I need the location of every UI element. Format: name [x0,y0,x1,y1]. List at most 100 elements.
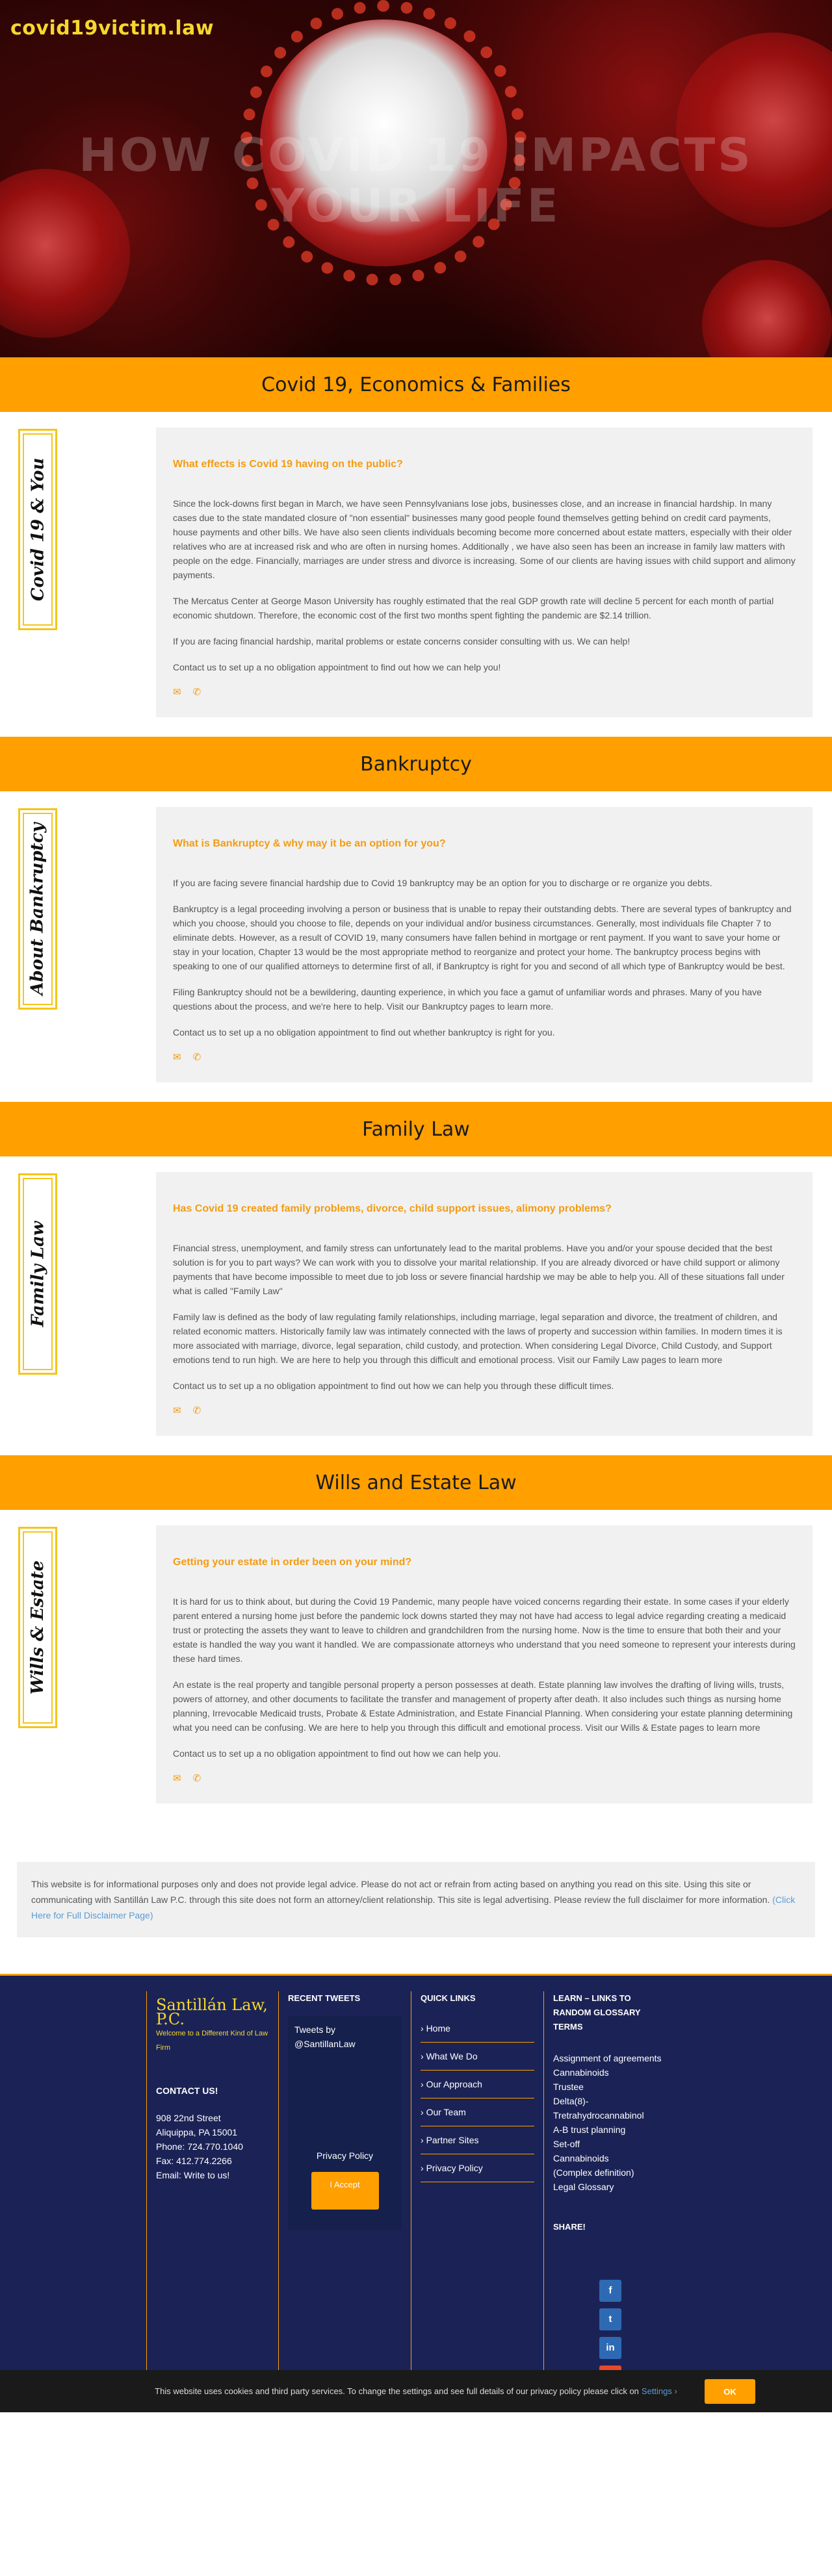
accept-button[interactable]: I Accept [311,2172,379,2210]
footer-logo[interactable]: Santillán Law, P.C. [156,1997,269,2027]
contact-icons: ✉ ✆ [173,1405,796,1416]
address-line: 908 22nd Street [156,2113,221,2123]
privacy-policy-link[interactable]: Privacy Policy [294,2149,395,2163]
phone-icon[interactable]: ✆ [193,1405,202,1416]
paragraph: Filing Bankruptcy should not be a bewild… [173,987,762,1012]
paragraph: Contact us to set up a no obligation app… [173,662,501,672]
section-header-wills-estate: Wills and Estate Law [0,1455,832,1510]
glossary-link[interactable]: Trustee [553,2080,668,2094]
glossary-link[interactable]: Legal Glossary [553,2180,668,2194]
card-title: Has Covid 19 created family problems, di… [173,1203,612,1214]
section-family-law: Family Law Has Covid 19 created family p… [0,1156,832,1455]
paragraph: Contact us to set up a no obligation app… [173,1748,501,1759]
quick-link-our-approach[interactable]: Our Approach [421,2071,534,2098]
glossary-title: LEARN – LINKS TO RANDOM GLOSSARY TERMS [553,1993,641,2032]
contact-icons: ✉ ✆ [173,1051,796,1063]
paragraph: Family law is defined as the body of law… [173,1312,783,1365]
cookie-banner: This website uses cookies and third part… [0,2370,832,2412]
disclaimer-text: This website is for informational purpos… [31,1879,770,1905]
cookie-ok-button[interactable]: OK [705,2379,755,2404]
section-title: Family Law [362,1117,470,1141]
paragraph: An estate is the real property and tangi… [173,1679,793,1733]
content-card: Has Covid 19 created family problems, di… [156,1172,812,1436]
quick-link-our-team[interactable]: Our Team [421,2098,534,2126]
email-link[interactable]: Email: Write to us! [156,2168,269,2182]
phone-icon[interactable]: ✆ [193,1051,202,1063]
card-title: What effects is Covid 19 having on the p… [173,459,403,470]
section-bankruptcy: About Bankruptcy What is Bankruptcy & wh… [0,791,832,1102]
hero-title: HOW COVID 19 IMPACTS YOUR LIFE [79,129,753,233]
footer-quick-links-column: QUICK LINKS Home What We Do Our Approach… [411,1991,544,2375]
paragraph: Bankruptcy is a legal proceeding involvi… [173,904,792,971]
quick-link-privacy-policy[interactable]: Privacy Policy [421,2154,534,2182]
glossary-link[interactable]: Set-off [553,2137,668,2151]
share-label: SHARE! [553,2222,586,2232]
facebook-icon[interactable]: f [599,2280,621,2302]
glossary-link[interactable]: Cannabinoids [553,2151,668,2165]
content-card: What effects is Covid 19 having on the p… [156,427,812,717]
section-title: Bankruptcy [360,752,472,776]
section-covid: Covid 19 & You What effects is Covid 19 … [0,412,832,737]
disclaimer-section: This website is for informational purpos… [0,1823,832,1974]
paragraph: Contact us to set up a no obligation app… [173,1381,614,1391]
section-header-family-law: Family Law [0,1102,832,1156]
footer-glossary-column: LEARN – LINKS TO RANDOM GLOSSARY TERMS A… [544,1991,677,2388]
quick-link-what-we-do[interactable]: What We Do [421,2043,534,2071]
site-logo[interactable]: covid19victim.law [10,17,214,40]
glossary-list: Assignment of agreements Cannabinoids Tr… [553,2051,668,2194]
card-title: Getting your estate in order been on you… [173,1557,412,1568]
paragraph: It is hard for us to think about, but du… [173,1596,796,1664]
email-icon[interactable]: ✉ [173,1051,181,1063]
footer-tweets-column: RECENT TWEETS Tweets by @SantillanLaw Pr… [279,1991,411,2375]
section-header-covid: Covid 19, Economics & Families [0,357,832,412]
glossary-link[interactable]: A-B trust planning [553,2123,668,2137]
disclaimer-box: This website is for informational purpos… [17,1862,815,1937]
quick-links-list: Home What We Do Our Approach Our Team Pa… [421,2015,534,2182]
card-title: What is Bankruptcy & why may it be an op… [173,838,446,849]
twitter-icon[interactable]: t [599,2308,621,2330]
section-title: Covid 19, Economics & Families [261,373,571,396]
glossary-link[interactable]: Cannabinoids [553,2065,668,2080]
side-tag: Wills & Estate [18,1527,57,1728]
address-line: Aliquippa, PA 15001 [156,2127,238,2137]
content-card: What is Bankruptcy & why may it be an op… [156,807,812,1082]
side-tag: About Bankruptcy [18,808,57,1010]
quick-links-title: QUICK LINKS [421,1993,476,2003]
quick-link-partner-sites[interactable]: Partner Sites [421,2126,534,2154]
linkedin-icon[interactable]: in [599,2337,621,2359]
contact-icons: ✉ ✆ [173,686,796,698]
phone-icon[interactable]: ✆ [193,1772,202,1784]
quick-link-home[interactable]: Home [421,2015,534,2043]
paragraph: If you are facing severe financial hards… [173,878,712,888]
tweets-widget: Tweets by @SantillanLaw Privacy Policy I… [288,2016,402,2230]
section-header-bankruptcy: Bankruptcy [0,737,832,791]
glossary-link[interactable]: Delta(8)-Tretrahydrocannabinol [553,2094,668,2123]
tweets-by-link[interactable]: Tweets by @SantillanLaw [294,2022,395,2051]
glossary-link[interactable]: (Complex definition) [553,2165,668,2180]
footer-contact-column: Santillán Law, P.C. Welcome to a Differe… [146,1991,279,2375]
email-icon[interactable]: ✉ [173,1405,181,1416]
virus-image-bottom [702,260,832,357]
paragraph: The Mercatus Center at George Mason Univ… [173,596,774,620]
hero-banner: covid19victim.law HOW COVID 19 IMPACTS Y… [0,0,832,357]
footer-logo-tagline: Welcome to a Different Kind of Law Firm [156,2030,268,2052]
paragraph: Contact us to set up a no obligation app… [173,1027,555,1038]
cookie-settings-link[interactable]: Settings › [642,2386,677,2396]
section-wills-estate: Wills & Estate Getting your estate in or… [0,1510,832,1823]
site-footer: Santillán Law, P.C. Welcome to a Differe… [0,1974,832,2412]
paragraph: Since the lock-downs first began in Marc… [173,498,796,580]
paragraph: If you are facing financial hardship, ma… [173,636,630,646]
section-title: Wills and Estate Law [315,1471,517,1494]
paragraph: Financial stress, unemployment, and fami… [173,1243,785,1296]
tweets-title: RECENT TWEETS [288,1993,361,2003]
content-card: Getting your estate in order been on you… [156,1525,812,1804]
email-icon[interactable]: ✉ [173,1772,181,1784]
side-tag: Covid 19 & You [18,429,57,630]
email-icon[interactable]: ✉ [173,686,181,698]
glossary-link[interactable]: Assignment of agreements [553,2051,668,2065]
contact-icons: ✉ ✆ [173,1772,796,1784]
phone-icon[interactable]: ✆ [193,686,202,698]
phone-number[interactable]: Phone: 724.770.1040 [156,2139,269,2154]
fax-number: Fax: 412.774.2266 [156,2156,232,2166]
side-tag: Family Law [18,1173,57,1375]
